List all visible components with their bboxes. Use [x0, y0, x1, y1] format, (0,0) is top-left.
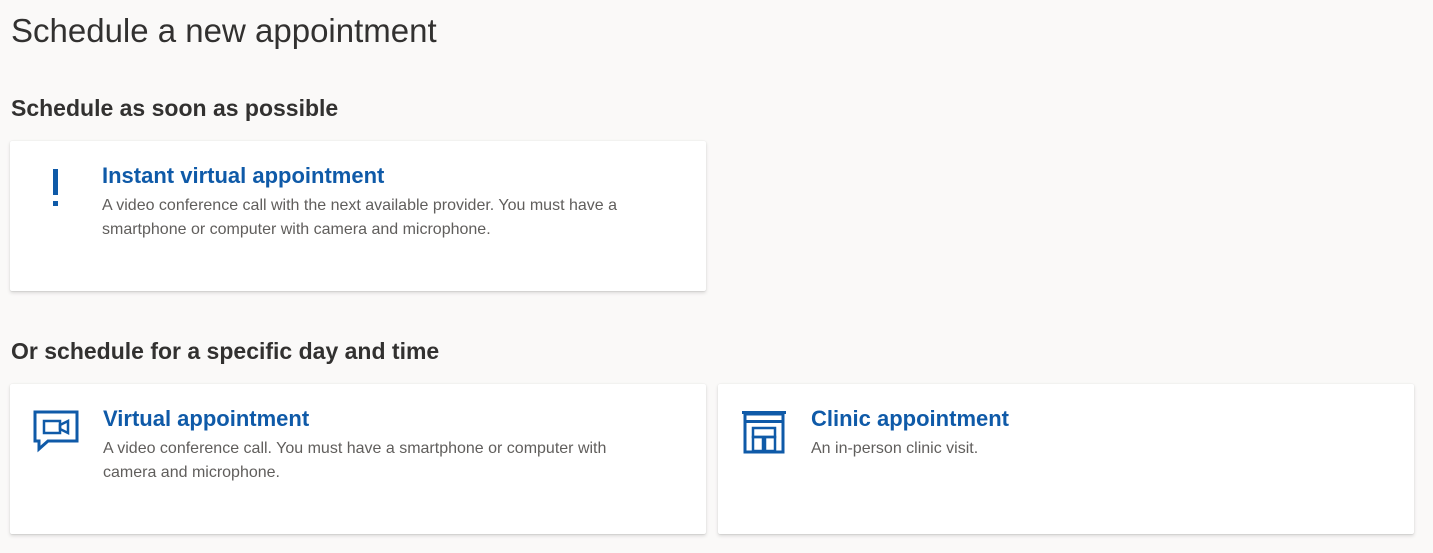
video-chat-icon: [32, 408, 80, 456]
clinic-appointment-card[interactable]: Clinic appointment An in-person clinic v…: [718, 384, 1414, 534]
clinic-building-icon: [740, 408, 788, 456]
section-heading-asap: Schedule as soon as possible: [11, 95, 339, 121]
virtual-appointment-card[interactable]: Virtual appointment A video conference c…: [10, 384, 706, 534]
page-title: Schedule a new appointment: [11, 12, 437, 49]
card-description: An in-person clinic visit.: [811, 440, 979, 457]
section-heading-specific-time: Or schedule for a specific day and time: [11, 338, 440, 364]
card-title: Clinic appointment: [811, 406, 1009, 431]
card-title: Virtual appointment: [103, 406, 310, 431]
card-description: A video conference call with the next av…: [102, 197, 617, 238]
card-description: A video conference call. You must have a…: [103, 440, 607, 481]
instant-virtual-appointment-card[interactable]: Instant virtual appointment A video conf…: [10, 141, 706, 291]
exclamation-icon: [32, 165, 80, 213]
card-title: Instant virtual appointment: [102, 163, 385, 188]
